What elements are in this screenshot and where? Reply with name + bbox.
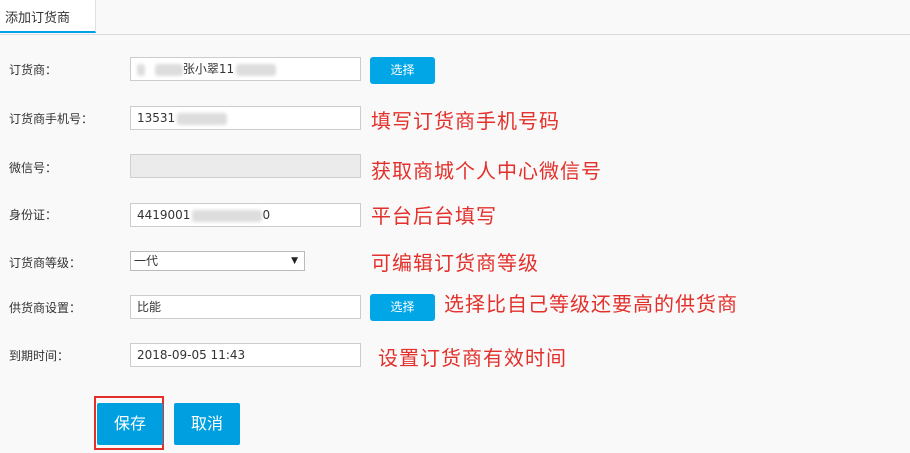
supplier-label: 供货商设置： [9, 301, 82, 315]
phone-input[interactable]: 13531 [130, 106, 361, 130]
id-card-label: 身份证： [9, 208, 58, 222]
wechat-input [130, 154, 361, 178]
supplier-input[interactable]: 比能 [130, 295, 361, 319]
annotation-expiry: 设置订货商有效时间 [378, 346, 567, 370]
save-button[interactable]: 保存 [97, 403, 163, 445]
redacted-mark [236, 63, 277, 76]
dealer-label: 订货商： [9, 63, 58, 77]
annotation-wechat: 获取商城个人中心微信号 [371, 159, 602, 183]
redacted-mark [154, 63, 183, 76]
dealer-value: 张小翠11 [182, 62, 235, 76]
annotation-phone: 填写订货商手机号码 [371, 109, 560, 133]
expiry-label: 到期时间： [9, 349, 70, 363]
id-card-input[interactable]: 4419001 0 [130, 203, 361, 227]
dealer-input[interactable]: 张小翠11 [130, 57, 361, 81]
annotation-level: 可编辑订货商等级 [371, 251, 539, 275]
redacted-mark [192, 209, 263, 222]
annotation-id-card: 平台后台填写 [371, 204, 497, 228]
level-selected: 一代 [134, 254, 159, 268]
id-card-value: 4419001 [137, 208, 191, 222]
tab-add-dealer[interactable]: 添加订货商 [0, 0, 96, 33]
select-dealer-button[interactable]: 选择 [370, 57, 435, 84]
cancel-button[interactable]: 取消 [174, 403, 240, 445]
phone-label: 订货商手机号： [9, 112, 94, 126]
phone-value: 13531 [137, 111, 176, 125]
expiry-input[interactable]: 2018-09-05 11:43 [130, 343, 361, 367]
level-select[interactable]: 一代 ▼ [130, 251, 305, 271]
tab-label: 添加订货商 [5, 11, 71, 26]
select-supplier-button[interactable]: 选择 [370, 294, 435, 321]
redacted-mark [137, 63, 145, 76]
annotation-supplier: 选择比自己等级还要高的供货商 [444, 292, 738, 316]
redacted-mark [177, 112, 228, 125]
wechat-label: 微信号： [9, 161, 58, 175]
tab-bar: 添加订货商 [0, 0, 910, 35]
level-label: 订货商等级： [9, 256, 82, 270]
dropdown-arrow-icon: ▼ [291, 256, 298, 266]
id-card-tail: 0 [262, 208, 271, 222]
